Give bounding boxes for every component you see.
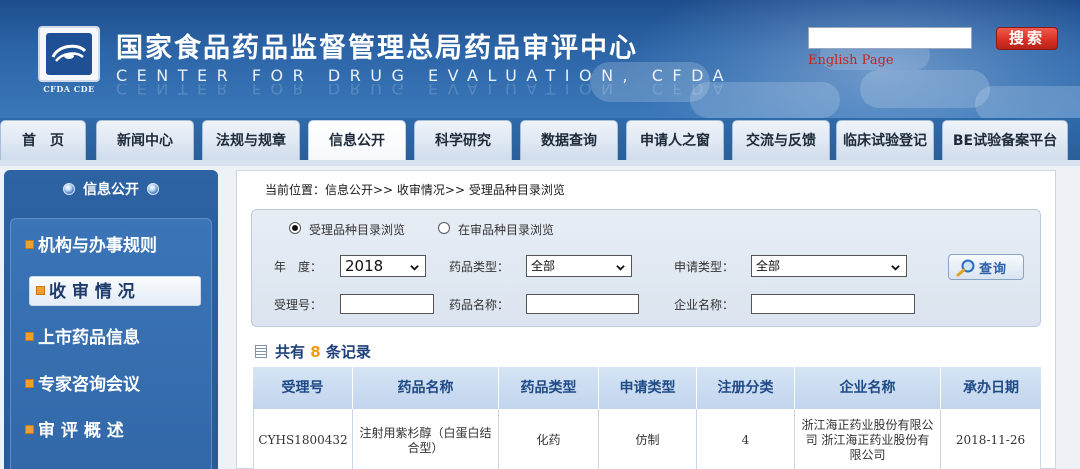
nav-tab-feedback[interactable]: 交流与反馈: [732, 120, 830, 160]
nav-tab-regulations[interactable]: 法规与规章: [202, 120, 300, 160]
nav-tab-news[interactable]: 新闻中心: [96, 120, 194, 160]
record-count-number: 8: [310, 343, 321, 361]
query-button[interactable]: 查询: [948, 254, 1024, 280]
sidebar-item-rules[interactable]: 机构与办事规则: [25, 231, 157, 261]
logo-swirl-icon: [51, 44, 87, 62]
cell-date: 2018-11-26: [941, 409, 1041, 469]
sidebar-item-marketed-drugs[interactable]: 上市药品信息: [25, 323, 140, 353]
breadcrumb: 当前位置：信息公开>> 收审情况>> 受理品种目录浏览: [265, 183, 565, 197]
site-subtitle-reflection: CENTER FOR DRUG EVALUATION, CFDA: [116, 84, 734, 98]
nav-tab-data-query[interactable]: 数据查询: [520, 120, 618, 160]
company-name-input[interactable]: [751, 294, 915, 314]
table-header: 受理号 药品名称 药品类型 申请类型 注册分类 企业名称 承办日期: [253, 367, 1041, 409]
search-button[interactable]: 搜索: [996, 27, 1058, 50]
sidebar-item-label: 上市药品信息: [38, 328, 140, 348]
bullet-icon: [25, 240, 34, 249]
column-header[interactable]: 申请类型: [599, 367, 697, 409]
nav-tab-be-platform[interactable]: BE试验备案平台: [942, 120, 1068, 160]
drug-type-label: 药品类型：: [449, 260, 510, 274]
sidebar-heading-label: 信息公开: [83, 182, 139, 198]
chevron-down-icon: [410, 265, 419, 271]
site-title: 国家食品药品监督管理总局药品审评中心: [116, 33, 638, 64]
drug-type-select-value: 全部: [531, 259, 556, 273]
chevron-down-icon: [616, 265, 625, 271]
accept-no-label: 受理号：: [274, 298, 323, 312]
record-count: 共有 8 条记录: [255, 341, 371, 362]
cell-accept-no[interactable]: CYHS1800432: [253, 409, 353, 469]
drug-name-label: 药品名称：: [449, 298, 510, 312]
cell-company: 浙江海正药业股份有限公司 浙江海正药业股份有限公司: [795, 409, 941, 469]
sidebar-menu: 机构与办事规则 收 审 情 况 上市药品信息 专家咨询会议 审 评 概 述: [10, 218, 212, 469]
cell-apply-type: 仿制: [599, 409, 697, 469]
site-subtitle: CENTER FOR DRUG EVALUATION, CFDA: [116, 66, 734, 85]
sidebar-item-review-overview[interactable]: 审 评 概 述: [25, 416, 124, 446]
year-label: 年 度：: [274, 260, 323, 274]
nav-tab-home[interactable]: 首 页: [0, 120, 86, 160]
query-button-label: 查询: [979, 262, 1008, 277]
column-header[interactable]: 注册分类: [697, 367, 795, 409]
sidebar: 信息公开 机构与办事规则 收 审 情 况 上市药品信息 专家咨询会议 审 评 概…: [4, 170, 218, 469]
accept-no-input[interactable]: [340, 294, 434, 314]
radio-accepted-list[interactable]: [289, 222, 301, 234]
drug-name-input[interactable]: [526, 294, 639, 314]
english-page-link[interactable]: English Page: [808, 53, 894, 68]
sidebar-item-label: 收 审 情 况: [49, 282, 135, 302]
globe-icon: [63, 183, 75, 195]
sidebar-item-label: 审 评 概 述: [38, 421, 124, 441]
apply-type-select[interactable]: 全部: [751, 255, 907, 277]
column-header[interactable]: 承办日期: [941, 367, 1041, 409]
sidebar-item-expert-meeting[interactable]: 专家咨询会议: [25, 370, 140, 400]
company-name-label: 企业名称：: [674, 298, 735, 312]
bullet-icon: [25, 379, 34, 388]
radio-label-in-review[interactable]: 在审品种目录浏览: [458, 221, 554, 238]
column-header[interactable]: 企业名称: [795, 367, 941, 409]
cell-registration-class: 4: [697, 409, 795, 469]
radio-label-accepted[interactable]: 受理品种目录浏览: [309, 221, 405, 238]
bullet-icon: [25, 425, 34, 434]
site-header: CFDA CDE 国家食品药品监督管理总局药品审评中心 CENTER FOR D…: [0, 0, 1080, 118]
column-header[interactable]: 药品类型: [499, 367, 599, 409]
cell-drug-name: 注射用紫杉醇（白蛋白结合型）: [353, 409, 499, 469]
year-select-value: 2018: [345, 257, 384, 275]
cfda-logo[interactable]: CFDA CDE: [38, 26, 100, 96]
logo-caption: CFDA CDE: [43, 84, 95, 94]
logo-badge: [38, 26, 100, 82]
sidebar-item-review-status[interactable]: 收 审 情 况: [29, 276, 201, 306]
apply-type-label: 申请类型：: [674, 260, 735, 274]
search-input[interactable]: [808, 27, 972, 49]
sidebar-item-label: 机构与办事规则: [38, 236, 157, 256]
header-decoration: [860, 70, 990, 108]
chevron-down-icon: [891, 265, 900, 271]
radio-in-review-list[interactable]: [438, 222, 450, 234]
bullet-icon: [36, 286, 45, 295]
globe-icon: [147, 183, 159, 195]
drug-type-select[interactable]: 全部: [526, 255, 632, 277]
sidebar-item-label: 专家咨询会议: [38, 375, 140, 395]
cell-drug-type: 化药: [499, 409, 599, 469]
column-header[interactable]: 药品名称: [353, 367, 499, 409]
nav-tab-clinical-trial[interactable]: 临床试验登记: [836, 120, 934, 160]
main-panel: 当前位置：信息公开>> 收审情况>> 受理品种目录浏览 受理品种目录浏览 在审品…: [236, 170, 1056, 469]
apply-type-select-value: 全部: [756, 259, 781, 273]
record-count-prefix: 共有: [275, 343, 306, 361]
bullet-icon: [25, 332, 34, 341]
record-count-suffix: 条记录: [325, 343, 371, 361]
list-icon: [255, 345, 267, 358]
column-header[interactable]: 受理号: [253, 367, 353, 409]
nav-tab-applicant[interactable]: 申请人之窗: [626, 120, 724, 160]
nav-tab-info-disclosure[interactable]: 信息公开: [308, 120, 406, 160]
filter-form: 受理品种目录浏览 在审品种目录浏览 年 度： 2018 药品类型： 全部 申请类…: [251, 209, 1041, 327]
header-decoration: [975, 86, 1080, 118]
year-select[interactable]: 2018: [340, 255, 426, 277]
table-row[interactable]: CYHS1800432 注射用紫杉醇（白蛋白结合型） 化药 仿制 4 浙江海正药…: [253, 409, 1041, 469]
sidebar-heading: 信息公开: [4, 170, 218, 210]
nav-tab-research[interactable]: 科学研究: [414, 120, 512, 160]
main-nav: 首 页 新闻中心 法规与规章 信息公开 科学研究 数据查询 申请人之窗 交流与反…: [0, 118, 1080, 160]
magnifier-icon: [956, 259, 975, 277]
